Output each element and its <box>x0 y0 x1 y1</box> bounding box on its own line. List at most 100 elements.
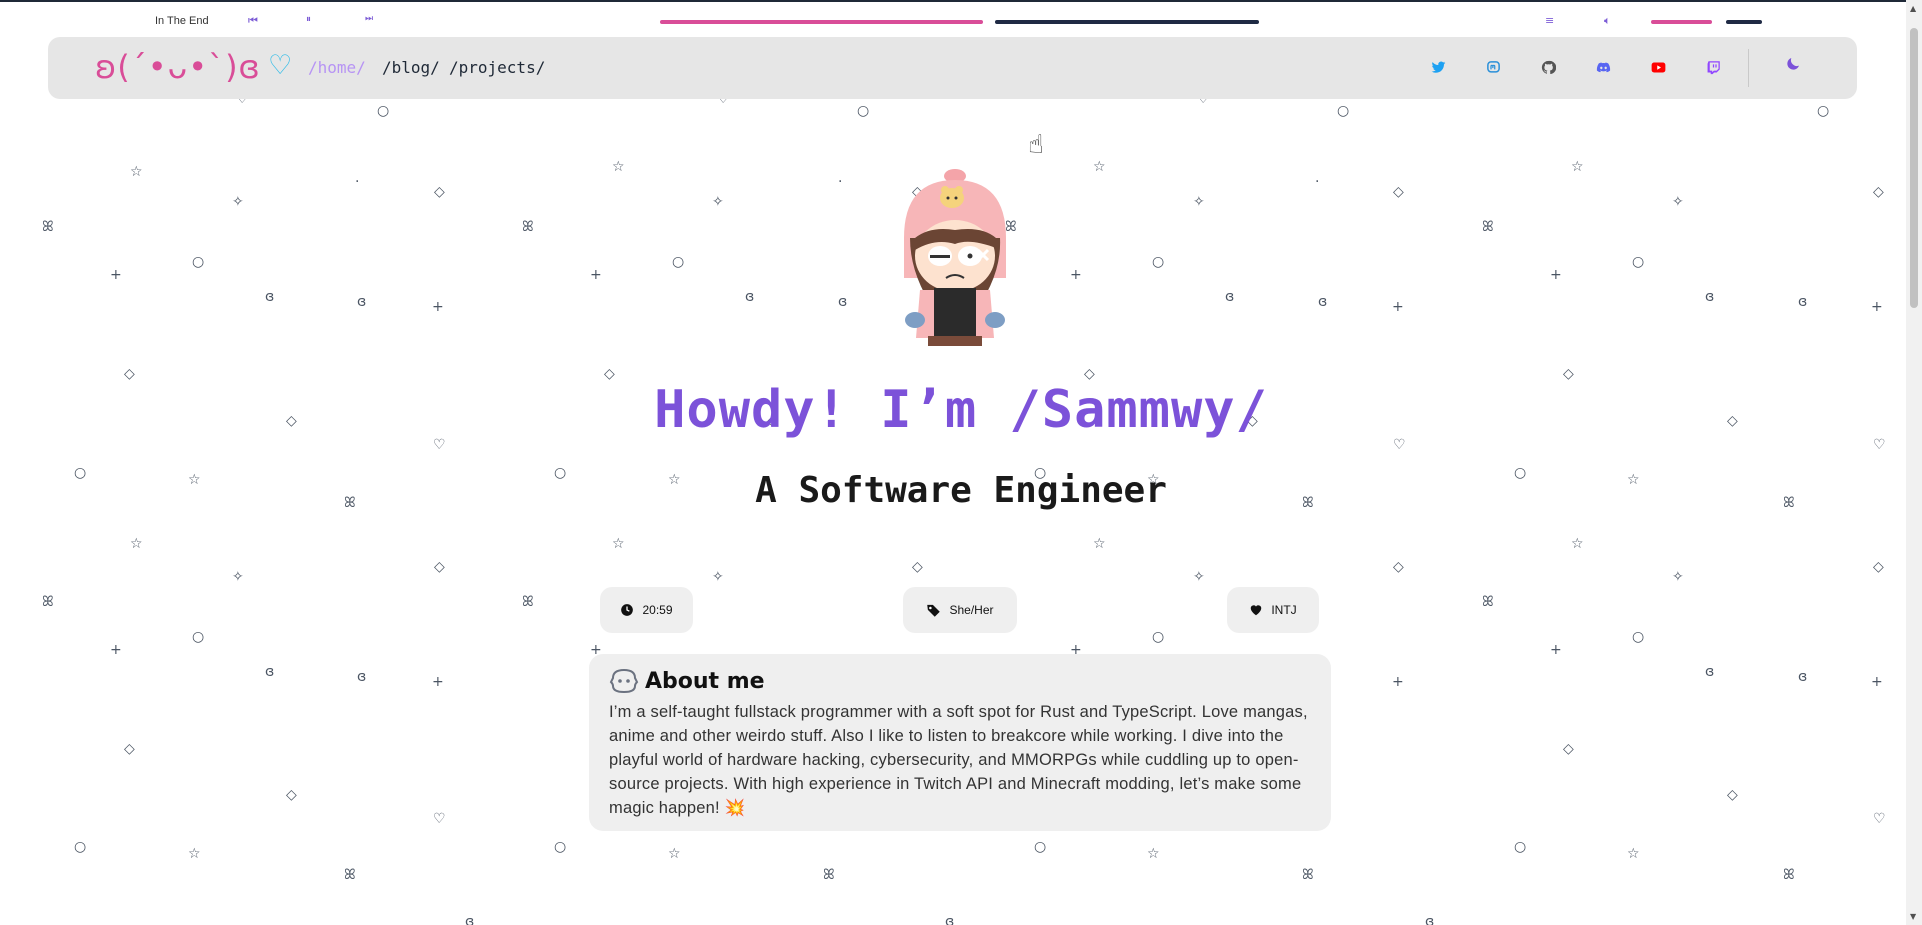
volume-icon[interactable]: 🔈︎ <box>1604 14 1611 28</box>
pattern-glyph: ☆ <box>612 536 625 552</box>
pattern-glyph: ♡ <box>433 437 446 453</box>
pattern-glyph: ✧ <box>1672 569 1684 585</box>
pattern-glyph: ɞ <box>1318 294 1328 310</box>
pattern-glyph: ○ <box>1632 254 1645 270</box>
song-progress-track[interactable] <box>995 20 1259 24</box>
skip-back-icon[interactable]: ⏮ <box>248 14 258 28</box>
scroll-thumb[interactable] <box>1910 28 1918 308</box>
pattern-glyph: ☆ <box>1093 159 1106 175</box>
pattern-glyph: ☆ <box>130 536 143 552</box>
pause-icon[interactable]: ⏸ <box>306 14 311 25</box>
pattern-glyph: ɞ <box>357 669 367 685</box>
pattern-glyph: ✧ <box>232 569 244 585</box>
pattern-glyph: ◇ <box>434 559 445 575</box>
clock-icon <box>621 604 634 616</box>
youtube-icon[interactable] <box>1648 57 1668 77</box>
pattern-glyph: ɞ <box>265 664 275 680</box>
playlist-icon[interactable]: ≡ <box>1545 14 1554 27</box>
scroll-up-icon[interactable]: ▲ <box>1910 4 1916 13</box>
about-text: I’m a self-taught fullstack programmer w… <box>609 703 1308 817</box>
skip-forward-icon[interactable]: ⏭ <box>365 14 373 24</box>
pattern-glyph: ɞ <box>1705 664 1715 680</box>
pattern-glyph: + <box>1550 267 1562 283</box>
pattern-glyph: + <box>1392 674 1404 690</box>
pattern-glyph: ꕤ <box>522 219 534 235</box>
pattern-glyph: ◇ <box>434 184 445 200</box>
tag-icon <box>927 604 941 617</box>
pattern-glyph: ◇ <box>604 366 615 382</box>
pattern-glyph: ◇ <box>124 741 135 757</box>
discord-icon[interactable] <box>1593 57 1613 77</box>
hand-cursor-icon: ☝︎ <box>1028 130 1044 160</box>
pattern-glyph: ɞ <box>1798 669 1808 685</box>
pattern-glyph: + <box>1550 642 1562 658</box>
pattern-glyph: ɞ <box>945 914 955 925</box>
pattern-glyph: ○ <box>1514 839 1527 855</box>
pattern-glyph: ○ <box>1337 103 1350 119</box>
pattern-glyph: ✧ <box>712 569 724 585</box>
song-title: In The End <box>155 15 209 27</box>
pattern-glyph: ꕤ <box>1783 867 1795 883</box>
navbar: ʚ(ˊ•ᴗ•ˋ)ɞ ♡ /home/ /blog/ /projects/ <box>48 37 1857 99</box>
pattern-glyph: ✧ <box>712 194 724 210</box>
scroll-down-icon[interactable]: ▼ <box>1910 912 1916 921</box>
pattern-glyph: + <box>432 674 444 690</box>
pattern-glyph: ♡ <box>1873 811 1886 827</box>
pattern-glyph: ɞ <box>1425 914 1435 925</box>
pattern-glyph: ◇ <box>1563 741 1574 757</box>
pronouns-pill: She/Her <box>903 587 1017 633</box>
hero-title: Howdy! I’m /Sammwy/ <box>654 380 1268 440</box>
pattern-glyph: ꕤ <box>42 219 54 235</box>
pattern-glyph: ○ <box>1152 629 1165 645</box>
heart-icon <box>1251 605 1262 616</box>
pattern-glyph: + <box>1871 299 1883 315</box>
pattern-glyph: ○ <box>74 839 87 855</box>
pattern-glyph: ☆ <box>1571 159 1584 175</box>
pattern-glyph: ɞ <box>745 289 755 305</box>
personality-pill: INTJ <box>1227 587 1319 633</box>
nav-link-blog[interactable]: /blog/ <box>382 58 440 77</box>
pattern-glyph: ☆ <box>1147 846 1160 862</box>
pattern-glyph: ꕤ <box>1482 594 1494 610</box>
local-time-value: 20:59 <box>642 603 673 617</box>
pattern-glyph: ◇ <box>1727 787 1738 803</box>
pattern-glyph: ○ <box>192 629 205 645</box>
moon-icon[interactable] <box>1785 56 1801 76</box>
pattern-glyph: + <box>110 267 122 283</box>
pattern-glyph: ☆ <box>130 164 143 180</box>
scrollbar[interactable]: ▲ ▼ <box>1906 0 1922 925</box>
pattern-glyph: ꕤ <box>42 594 54 610</box>
pattern-glyph: ♡ <box>1873 437 1886 453</box>
pattern-glyph: ɞ <box>265 289 275 305</box>
github-icon[interactable] <box>1538 57 1558 77</box>
pattern-glyph: ○ <box>1034 839 1047 855</box>
nav-link-home[interactable]: /home/ <box>308 58 366 77</box>
pattern-glyph: + <box>1392 299 1404 315</box>
site-logo[interactable]: ʚ(ˊ•ᴗ•ˋ)ɞ <box>95 48 261 86</box>
pattern-glyph: + <box>590 267 602 283</box>
pattern-glyph: ○ <box>554 839 567 855</box>
hero-subtitle: A Software Engineer <box>755 470 1167 511</box>
heart-icon: ♡ <box>268 50 293 81</box>
pattern-glyph: ☆ <box>612 159 625 175</box>
volume-track[interactable] <box>1726 20 1762 24</box>
mastodon-icon[interactable] <box>1483 57 1503 77</box>
pattern-glyph: · <box>355 174 360 190</box>
pattern-glyph: ◇ <box>1084 366 1095 382</box>
nav-link-projects[interactable]: /projects/ <box>449 58 545 77</box>
twitter-icon[interactable] <box>1428 57 1448 77</box>
pattern-glyph: + <box>432 299 444 315</box>
pattern-glyph: ○ <box>1152 254 1165 270</box>
pattern-glyph: ꕤ <box>1482 219 1494 235</box>
pattern-glyph: ♡ <box>1393 437 1406 453</box>
local-time-pill: 20:59 <box>600 587 693 633</box>
avatar <box>904 169 1006 346</box>
pattern-glyph: ɞ <box>1798 294 1808 310</box>
pattern-glyph: ◇ <box>1873 559 1884 575</box>
about-card: About me I’m a self-taught fullstack pro… <box>589 654 1331 831</box>
pattern-glyph: ◇ <box>286 787 297 803</box>
pattern-glyph: ○ <box>672 254 685 270</box>
pattern-glyph: ɞ <box>357 294 367 310</box>
twitch-icon[interactable] <box>1703 57 1723 77</box>
about-title: About me <box>645 668 765 694</box>
